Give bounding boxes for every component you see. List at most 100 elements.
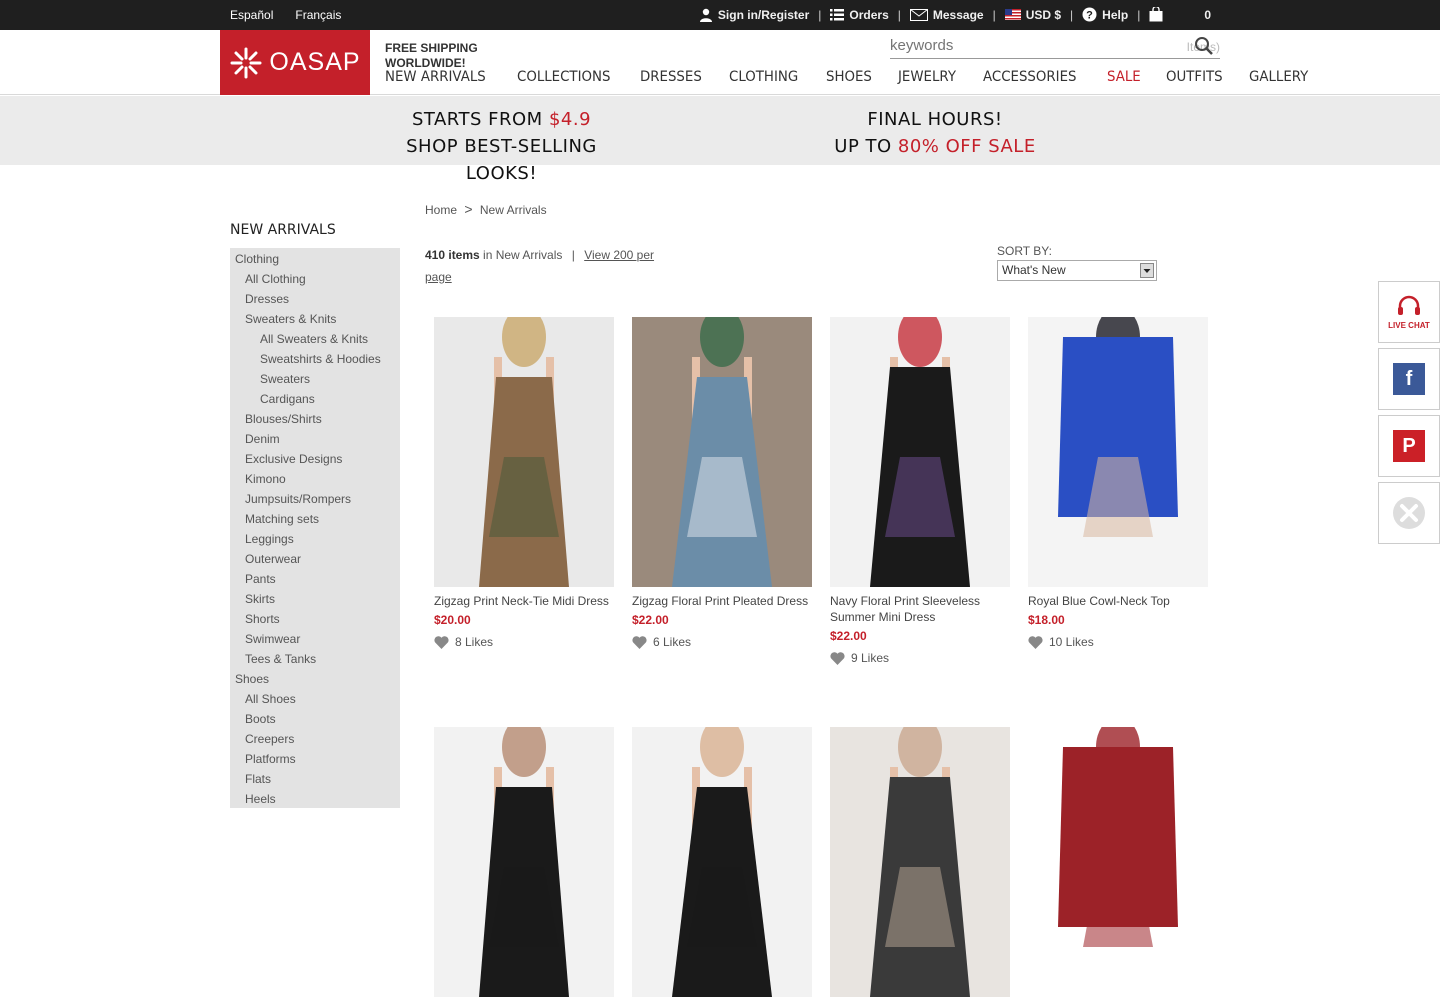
product-card[interactable]: Royal Blue Cowl-Neck Top $18.00 10 Likes: [1028, 317, 1208, 649]
sidebar-item[interactable]: All Sweaters & Knits: [230, 329, 400, 349]
sidebar-item[interactable]: Sweatshirts & Hoodies: [230, 349, 400, 369]
user-icon: [699, 8, 712, 22]
sidebar-item[interactable]: Swimwear: [230, 629, 400, 649]
orders-link[interactable]: Orders: [821, 8, 897, 22]
sidebar-item[interactable]: Cardigans: [230, 389, 400, 409]
promo-right[interactable]: FINAL HOURS! UP TO 80% OFF SALE: [810, 106, 1060, 160]
product-name[interactable]: Zigzag Print Neck-Tie Midi Dress: [434, 593, 614, 609]
search-input[interactable]: [890, 34, 1170, 56]
product-card[interactable]: [1028, 727, 1208, 1003]
sidebar-item[interactable]: Skirts: [230, 589, 400, 609]
sidebar-item[interactable]: Shoes: [230, 669, 400, 689]
svg-text:?: ?: [1086, 10, 1093, 22]
sidebar-item[interactable]: Sweaters: [230, 369, 400, 389]
sidebar-item[interactable]: Exclusive Designs: [230, 449, 400, 469]
nav-jewelry[interactable]: JEWELRY: [898, 69, 956, 85]
product-likes[interactable]: 9 Likes: [830, 651, 1010, 665]
nav-outfits[interactable]: OUTFITS: [1166, 69, 1223, 85]
sort-label: SORT BY:: [997, 244, 1052, 258]
sidebar-item[interactable]: Creepers: [230, 729, 400, 749]
product-image[interactable]: [830, 727, 1010, 997]
nav-new-arrivals[interactable]: NEW ARRIVALS: [385, 69, 486, 85]
live-chat-button[interactable]: LIVE CHAT: [1378, 281, 1440, 343]
cart-link[interactable]: 0: [1140, 7, 1220, 22]
help-link[interactable]: ? Help: [1073, 7, 1137, 22]
close-social-button[interactable]: [1378, 482, 1440, 544]
product-image[interactable]: [1028, 727, 1208, 997]
logo[interactable]: OASAP: [220, 30, 370, 95]
sidebar-item[interactable]: Kimono: [230, 469, 400, 489]
sidebar-item[interactable]: Blouses/Shirts: [230, 409, 400, 429]
product-card[interactable]: [434, 727, 614, 1003]
product-price: $22.00: [632, 613, 669, 627]
sort-select[interactable]: What's New: [997, 260, 1157, 281]
product-likes[interactable]: 6 Likes: [632, 635, 812, 649]
product-image[interactable]: [632, 727, 812, 997]
nav-sale[interactable]: SALE: [1107, 69, 1141, 85]
breadcrumb-home[interactable]: Home: [425, 203, 457, 217]
message-label: Message: [932, 7, 984, 22]
sidebar-item[interactable]: Sweaters & Knits: [230, 309, 400, 329]
sidebar-item[interactable]: Clothing: [230, 249, 400, 269]
sidebar-item[interactable]: All Clothing: [230, 269, 400, 289]
sidebar-item[interactable]: Dresses: [230, 289, 400, 309]
promo-left-price: $4.9: [548, 109, 592, 130]
search-icon[interactable]: [1194, 36, 1214, 56]
promo-left-line1: STARTS FROM: [411, 109, 549, 130]
product-image[interactable]: [434, 317, 614, 587]
currency-selector[interactable]: USD $: [996, 8, 1070, 22]
signin-link[interactable]: Sign in/Register: [690, 8, 818, 22]
product-name[interactable]: Navy Floral Print Sleeveless Summer Mini…: [830, 593, 1010, 625]
breadcrumb: Home > New Arrivals: [425, 201, 547, 217]
nav-gallery[interactable]: GALLERY: [1249, 69, 1308, 85]
product-card[interactable]: [830, 727, 1010, 1003]
product-likes[interactable]: 10 Likes: [1028, 635, 1208, 649]
promo-left[interactable]: STARTS FROM $4.9 SHOP BEST-SELLING LOOKS…: [370, 106, 633, 187]
sidebar-item[interactable]: All Shoes: [230, 689, 400, 709]
product-name[interactable]: Zigzag Floral Print Pleated Dress: [632, 593, 812, 609]
sidebar-item[interactable]: Flats: [230, 769, 400, 789]
sidebar-item[interactable]: Matching sets: [230, 509, 400, 529]
list-icon: [830, 9, 845, 21]
header: OASAP FREE SHIPPING WORLDWIDE! Items) NE…: [0, 30, 1440, 95]
sidebar-item[interactable]: Denim: [230, 429, 400, 449]
sidebar-item[interactable]: Pants: [230, 569, 400, 589]
promo-banner: STARTS FROM $4.9 SHOP BEST-SELLING LOOKS…: [0, 96, 1440, 184]
nav-clothing[interactable]: CLOTHING: [729, 69, 798, 85]
likes-count: 8 Likes: [455, 635, 494, 649]
sidebar-item[interactable]: Platforms: [230, 749, 400, 769]
product-card[interactable]: Navy Floral Print Sleeveless Summer Mini…: [830, 317, 1010, 665]
help-label: Help: [1102, 7, 1129, 22]
sidebar-item[interactable]: Jumpsuits/Rompers: [230, 489, 400, 509]
nav-collections[interactable]: COLLECTIONS: [517, 69, 610, 85]
sidebar-item[interactable]: Boots: [230, 709, 400, 729]
sidebar-item[interactable]: Outerwear: [230, 549, 400, 569]
language-francais[interactable]: Français: [295, 8, 341, 22]
product-likes[interactable]: 8 Likes: [434, 635, 614, 649]
category-list: Clothing All Clothing Dresses Sweaters & Kn…: [230, 248, 400, 808]
product-image[interactable]: [1028, 317, 1208, 587]
product-image[interactable]: [632, 317, 812, 587]
sidebar-item[interactable]: Tees & Tanks: [230, 649, 400, 669]
product-card[interactable]: Zigzag Floral Print Pleated Dress $22.00 6…: [632, 317, 812, 649]
message-link[interactable]: Message: [901, 8, 993, 22]
promo-right-line1: FINAL HOURS!: [867, 109, 1003, 130]
likes-count: 6 Likes: [653, 635, 692, 649]
product-card[interactable]: [632, 727, 812, 1003]
promo-right-line2: UP TO: [834, 136, 898, 157]
language-espanol[interactable]: Español: [230, 8, 273, 22]
sidebar-item[interactable]: Shorts: [230, 609, 400, 629]
sidebar-item[interactable]: Heels: [230, 789, 400, 808]
sidebar-item[interactable]: Leggings: [230, 529, 400, 549]
nav-accessories[interactable]: ACCESSORIES: [983, 69, 1076, 85]
product-image[interactable]: [830, 317, 1010, 587]
orders-label: Orders: [849, 7, 889, 22]
pinterest-button[interactable]: P: [1378, 415, 1440, 477]
product-image[interactable]: [434, 727, 614, 997]
facebook-button[interactable]: f: [1378, 348, 1440, 410]
nav-dresses[interactable]: DRESSES: [640, 69, 702, 85]
product-name[interactable]: Royal Blue Cowl-Neck Top: [1028, 593, 1208, 609]
product-card[interactable]: Zigzag Print Neck-Tie Midi Dress $20.00 8 …: [434, 317, 614, 649]
nav-shoes[interactable]: SHOES: [826, 69, 872, 85]
likes-count: 9 Likes: [851, 651, 890, 665]
